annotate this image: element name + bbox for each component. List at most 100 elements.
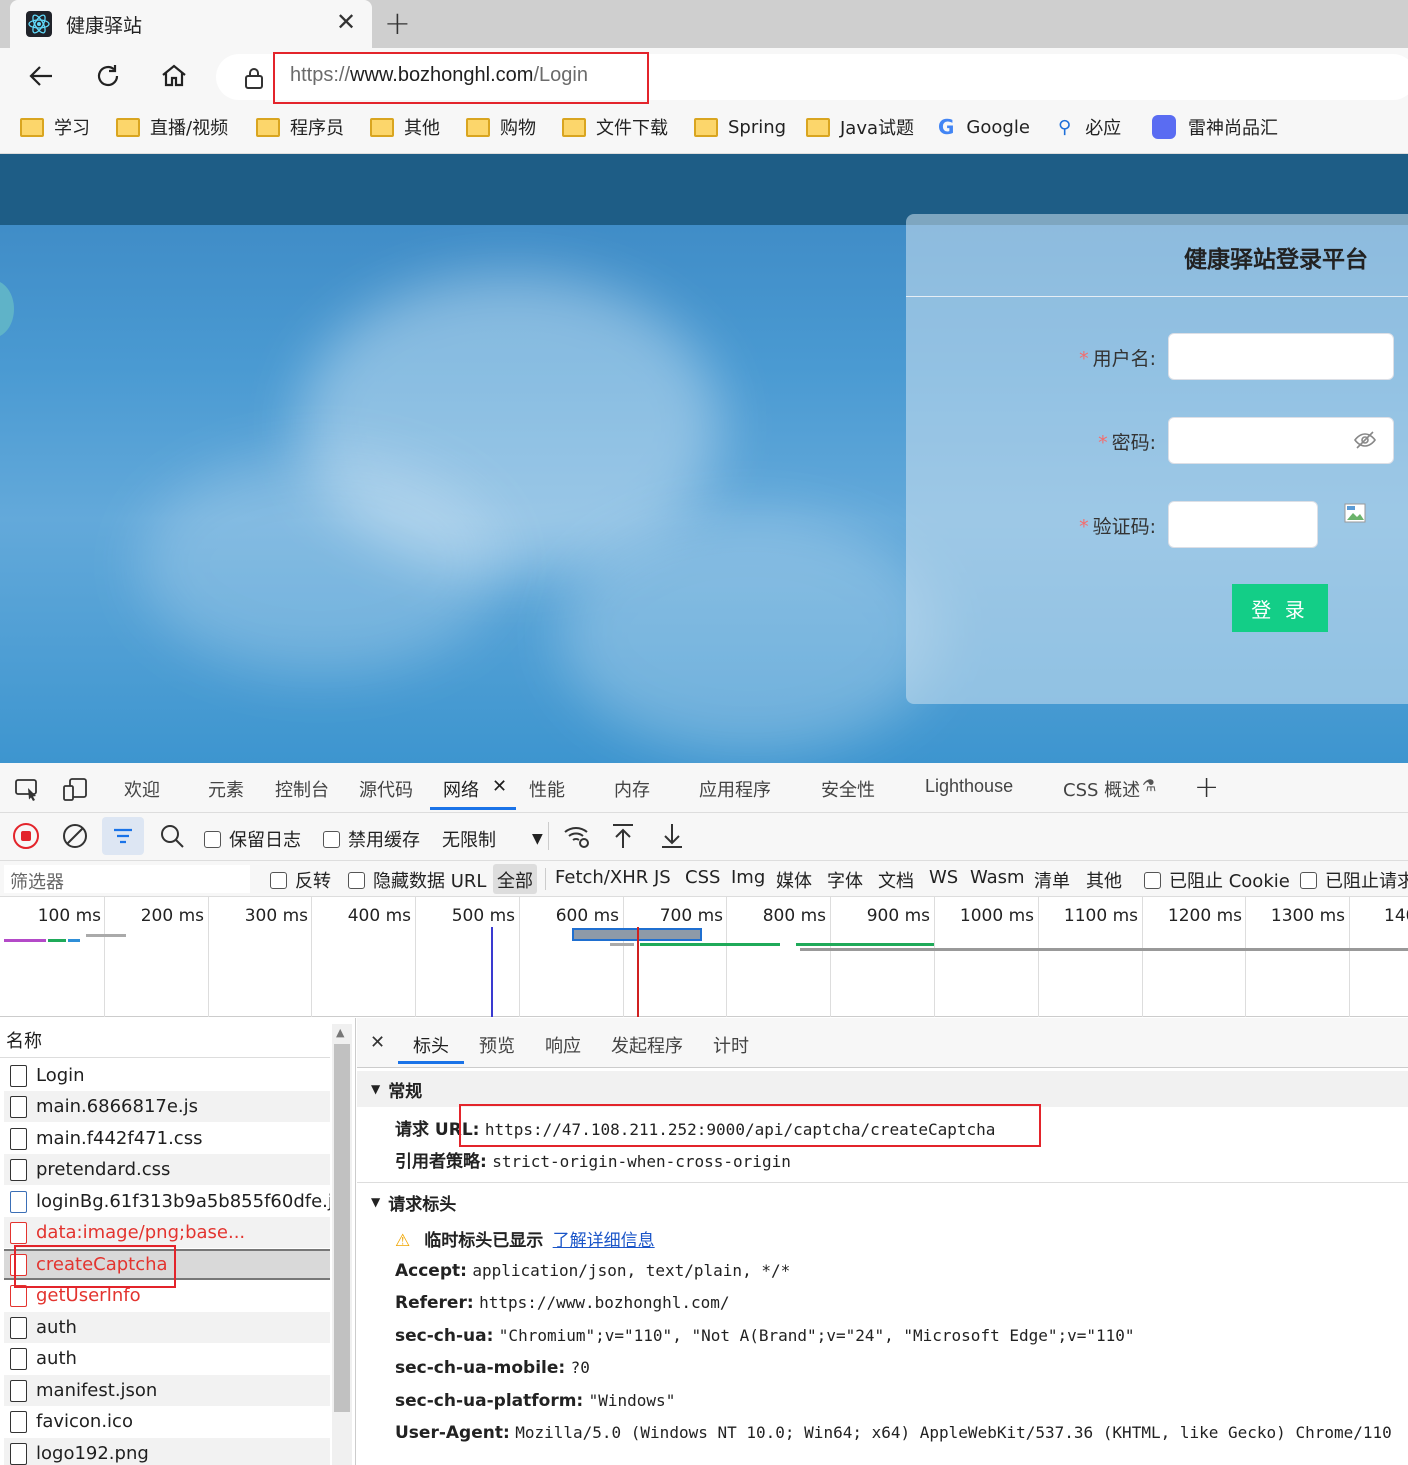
bookmark-folder[interactable]: 其他 [370,112,440,142]
search-icon[interactable] [158,822,186,854]
disable-cache-checkbox[interactable]: 禁用缓存 [323,826,420,852]
tab-initiator[interactable]: 发起程序 [611,1032,683,1058]
bookmark-folder[interactable]: Spring [694,112,786,142]
type-other[interactable]: 其他 [1086,867,1122,893]
home-icon[interactable] [156,58,192,94]
bookmark-folder[interactable]: Java试题 [806,112,914,142]
broken-image-icon[interactable] [1344,503,1368,525]
tab-network[interactable]: 网络 [443,776,479,802]
add-tab-icon[interactable]: + [1194,770,1219,805]
new-tab-icon[interactable]: + [384,4,411,42]
eye-hidden-icon[interactable] [1354,430,1376,454]
tab-performance[interactable]: 性能 [529,776,565,802]
learn-more-link[interactable]: 了解详细信息 [553,1231,655,1251]
header-value[interactable]: application/json, text/plain, */* [472,1261,790,1280]
type-wasm[interactable]: Wasm [970,867,1025,888]
invert-checkbox[interactable]: 反转 [270,867,331,893]
tab-timing[interactable]: 计时 [713,1032,749,1058]
bookmark-leishen[interactable]: 雷神尚品汇 [1152,112,1278,142]
bookmark-folder[interactable]: 程序员 [256,112,344,142]
bookmark-folder[interactable]: 学习 [20,112,90,142]
bookmark-bing[interactable]: ⚲ 必应 [1058,112,1121,142]
close-icon[interactable]: ✕ [492,776,507,797]
clear-icon[interactable] [61,822,89,854]
export-icon[interactable] [659,822,685,854]
inspect-icon[interactable] [14,776,40,806]
refresh-icon[interactable] [90,58,126,94]
tab-welcome[interactable]: 欢迎 [124,776,160,802]
request-row[interactable]: main.6866817e.js [4,1091,330,1122]
scroll-up-icon[interactable]: ▲ [336,1026,344,1039]
request-row[interactable]: favicon.ico [4,1406,330,1437]
type-font[interactable]: 字体 [827,867,863,893]
request-row[interactable]: data:image/png;base... [4,1217,330,1248]
tab-console[interactable]: 控制台 [275,776,329,802]
username-input[interactable] [1168,333,1394,380]
tab-headers[interactable]: 标头 [413,1032,449,1058]
header-value[interactable]: strict-origin-when-cross-origin [492,1152,791,1171]
blocked-requests-checkbox[interactable]: 已阻止请求 [1300,867,1408,893]
header-value[interactable]: "Windows" [589,1391,676,1410]
request-row[interactable]: loginBg.61f313b9a5b855f60dfe.jpg [4,1186,330,1217]
filter-input[interactable]: 筛选器 [4,865,250,893]
tab-elements[interactable]: 元素 [208,776,244,802]
request-row[interactable]: logo192.png [4,1438,330,1465]
lock-icon[interactable] [243,66,265,90]
type-ws[interactable]: WS [929,867,958,888]
checkbox[interactable] [270,871,287,889]
type-js[interactable]: JS [654,867,671,888]
browser-tab[interactable]: 健康驿站 ✕ [10,0,372,48]
network-conditions-icon[interactable] [562,822,592,854]
type-doc[interactable]: 文档 [878,867,914,893]
login-button[interactable]: 登 录 [1232,584,1328,632]
request-row[interactable]: main.f442f471.css [4,1123,330,1154]
blocked-cookies-checkbox[interactable]: 已阻止 Cookie [1144,867,1290,893]
header-value[interactable]: ?0 [571,1358,590,1377]
tab-memory[interactable]: 内存 [614,776,650,802]
type-css[interactable]: CSS [685,867,720,888]
scroll-thumb[interactable] [334,1044,350,1412]
tab-preview[interactable]: 预览 [479,1032,515,1058]
tab-security[interactable]: 安全性 [821,776,875,802]
bookmark-google[interactable]: G Google [938,112,1030,142]
throttle-select[interactable]: 无限制 ▼ [442,826,543,852]
checkbox[interactable] [323,830,340,848]
bookmark-folder[interactable]: 购物 [466,112,536,142]
request-row[interactable]: manifest.json [4,1375,330,1406]
list-header[interactable]: 名称 [0,1018,330,1058]
import-icon[interactable] [610,822,636,854]
request-row[interactable]: Login [4,1060,330,1091]
close-icon[interactable]: ✕ [370,1032,385,1053]
preserve-log-checkbox[interactable]: 保留日志 [204,826,301,852]
hide-data-url-checkbox[interactable]: 隐藏数据 URL [348,867,486,893]
checkbox[interactable] [348,871,365,889]
bookmark-folder[interactable]: 文件下载 [562,112,668,142]
bookmark-folder[interactable]: 直播/视频 [116,112,228,142]
checkbox[interactable] [204,830,221,848]
tab-css-overview[interactable]: CSS 概述 [1063,776,1140,802]
filter-icon[interactable] [102,817,144,855]
type-manifest[interactable]: 清单 [1034,867,1070,893]
type-all[interactable]: 全部 [497,867,533,893]
request-row[interactable]: auth [4,1343,330,1374]
tab-lighthouse[interactable]: Lighthouse [925,776,1013,797]
back-icon[interactable] [24,58,60,94]
captcha-input[interactable] [1168,501,1318,548]
tab-sources[interactable]: 源代码 [359,776,413,802]
tab-response[interactable]: 响应 [545,1032,581,1058]
close-icon[interactable]: ✕ [336,8,356,36]
type-fetch-xhr[interactable]: Fetch/XHR [555,867,648,888]
header-value[interactable]: https://www.bozhonghl.com/ [479,1293,729,1312]
section-general[interactable]: ▼ 常规 [357,1071,1408,1107]
request-row[interactable]: pretendard.css [4,1154,330,1185]
type-img[interactable]: Img [731,867,765,888]
section-request-headers[interactable]: ▼ 请求标头 [357,1184,1408,1220]
checkbox[interactable] [1144,871,1161,889]
checkbox[interactable] [1300,871,1317,889]
type-media[interactable]: 媒体 [776,867,812,893]
header-value[interactable]: Mozilla/5.0 (Windows NT 10.0; Win64; x64… [515,1423,1392,1442]
tab-application[interactable]: 应用程序 [699,776,771,802]
device-icon[interactable] [62,776,88,806]
record-icon[interactable] [12,822,40,854]
header-value[interactable]: "Chromium";v="110", "Not A(Brand";v="24"… [499,1326,1135,1345]
